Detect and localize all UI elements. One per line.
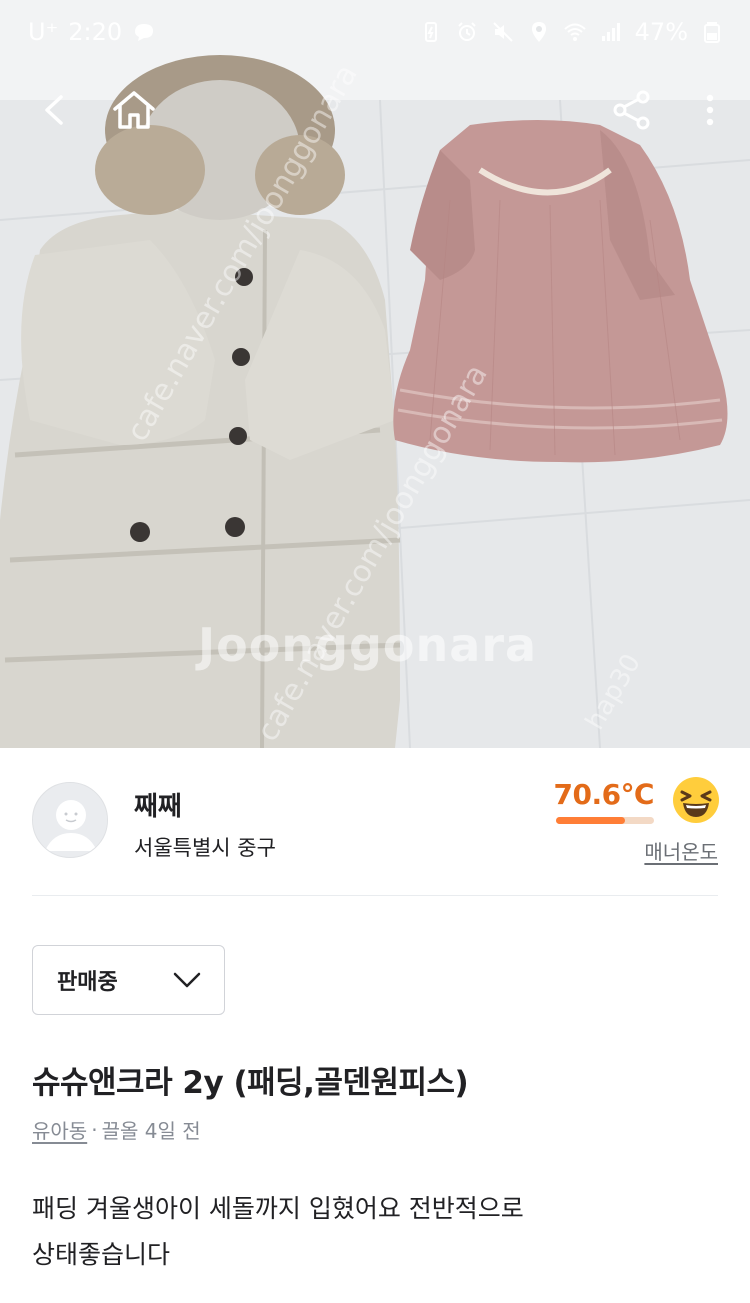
battery-saver-icon	[424, 22, 437, 42]
more-menu-button[interactable]	[682, 82, 738, 138]
sale-status-label: 판매중	[57, 970, 118, 995]
section-divider	[32, 895, 718, 896]
more-vertical-icon	[706, 94, 714, 126]
description-line: 상태좋습니다	[32, 1240, 171, 1269]
signal-icon	[601, 23, 620, 41]
post-meta: 유아동 · 끌올 4일 전	[32, 1115, 201, 1144]
manner-temperature-link[interactable]: 매너온도	[644, 836, 718, 865]
bumped-time: 끌올 4일 전	[101, 1119, 201, 1143]
seller-nickname[interactable]: 째째	[134, 786, 182, 823]
location-icon	[531, 22, 546, 42]
temperature-value: 70.6℃	[553, 778, 655, 811]
seller-profile[interactable]: 째째 서울특별시 중구 70.6℃ 매너온도	[0, 748, 750, 895]
home-button[interactable]	[106, 82, 162, 138]
home-icon	[113, 91, 155, 129]
temperature-bar-fill	[556, 817, 626, 824]
share-button[interactable]	[604, 82, 660, 138]
mute-icon	[492, 22, 513, 42]
alarm-icon	[457, 22, 476, 41]
meta-separator: ·	[91, 1117, 98, 1142]
wifi-icon	[563, 23, 586, 41]
description-line: 패딩 겨울생아이 세돌까지 입혔어요 전반적으로	[32, 1194, 524, 1223]
laughing-face-icon	[673, 777, 719, 823]
avatar[interactable]	[32, 782, 108, 858]
seller-region: 서울특별시 중구	[134, 836, 276, 860]
status-bar: U⁺ 2:20 47%	[0, 0, 750, 64]
chat-bubble-icon	[135, 24, 154, 41]
sale-status-dropdown[interactable]: 판매중	[32, 945, 225, 1015]
product-photo[interactable]: Joonggonara cafe.naver.com/joonggonara c…	[0, 0, 750, 748]
post-description: 패딩 겨울생아이 세돌까지 입혔어요 전반적으로 상태좋습니다	[32, 1186, 722, 1278]
default-avatar-icon	[33, 783, 107, 857]
photo-watermark: Joonggonara	[198, 618, 538, 672]
category-link[interactable]: 유아동	[32, 1115, 87, 1144]
post-title: 슈슈앤크라 2y (패딩,골덴원피스)	[32, 1065, 469, 1101]
manner-temperature: 70.6℃	[553, 778, 655, 824]
share-icon	[613, 90, 650, 130]
chevron-down-icon	[173, 972, 201, 988]
carrier-label: U⁺	[28, 18, 59, 46]
back-button[interactable]	[28, 82, 84, 138]
battery-percent: 47%	[634, 18, 688, 46]
battery-icon	[704, 22, 720, 43]
temperature-bar	[556, 817, 654, 824]
clock: 2:20	[68, 18, 123, 46]
back-arrow-icon	[45, 95, 63, 125]
